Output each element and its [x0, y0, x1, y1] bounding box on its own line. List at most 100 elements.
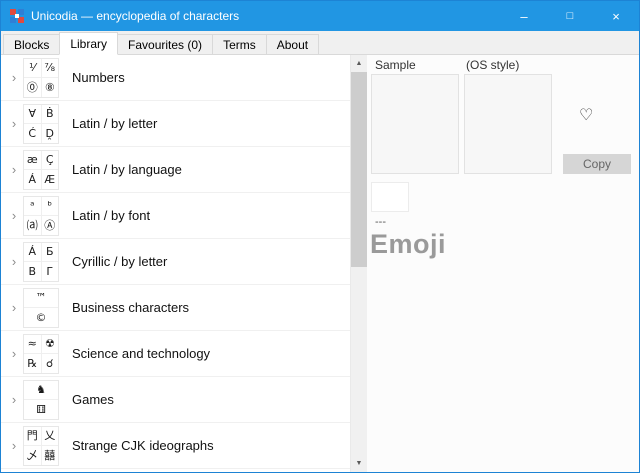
detail-panel: Sample (OS style) ♡ Copy --- Emoji — [367, 55, 639, 472]
category-label: Strange CJK ideographs — [72, 438, 214, 453]
category-icon: ᵃᵇ⒜Ⓐ — [23, 196, 59, 236]
category-glyph: Г — [42, 262, 59, 281]
category-icon: ⅟⅞⓪⑧ — [23, 58, 59, 98]
category-glyph: 乂 — [42, 427, 59, 446]
category-icon: ÁБВГ — [23, 242, 59, 282]
category-label: Games — [72, 392, 114, 407]
category-glyph: ♞ — [24, 381, 58, 400]
tree-row-latin-by-language[interactable]: › æÇÁÆ Latin / by language — [1, 147, 350, 193]
category-glyph: Ⓐ — [42, 216, 59, 235]
tab-label: Terms — [223, 38, 256, 52]
close-button[interactable]: × — [593, 1, 639, 31]
tree-scrollbar[interactable]: ▲ ▼ — [350, 55, 367, 472]
copy-button[interactable]: Copy — [563, 154, 631, 174]
category-glyph: Á — [24, 243, 41, 262]
category-glyph: ⓪ — [24, 78, 41, 97]
category-glyph: Á — [24, 170, 41, 189]
chevron-right-icon[interactable]: › — [5, 71, 23, 84]
tabbar: Blocks Library Favourites (0) Terms Abou… — [1, 31, 639, 55]
category-glyph: 門 — [24, 427, 41, 446]
category-glyph: 乄 — [24, 446, 41, 465]
scroll-thumb[interactable] — [351, 72, 367, 267]
scroll-track[interactable] — [351, 72, 367, 455]
background-swatch[interactable] — [371, 182, 409, 212]
category-icon: ♞⚅ — [23, 380, 59, 420]
category-label: Cyrillic / by letter — [72, 254, 167, 269]
category-glyph: Ć — [24, 124, 41, 143]
os-style-label: (OS style) — [466, 58, 519, 72]
titlebar: Unicodia — encyclopedia of characters – … — [1, 1, 639, 31]
maximize-button[interactable]: □ — [547, 1, 593, 31]
app-icon — [9, 8, 25, 24]
category-label: Science and technology — [72, 346, 210, 361]
tab-blocks[interactable]: Blocks — [3, 34, 60, 55]
sample-label: Sample — [375, 58, 416, 72]
tree-row-numbers[interactable]: › ⅟⅞⓪⑧ Numbers — [1, 55, 350, 101]
category-icon: æÇÁÆ — [23, 150, 59, 190]
favourite-heart-button[interactable]: ♡ — [579, 105, 593, 124]
category-label: Latin / by language — [72, 162, 182, 177]
category-glyph: © — [24, 308, 58, 327]
sample-caption-dashes: --- — [375, 216, 386, 228]
category-glyph: Б — [42, 243, 59, 262]
chevron-right-icon[interactable]: › — [5, 393, 23, 406]
category-glyph: Ḓ — [42, 124, 59, 143]
category-glyph: ⒜ — [24, 216, 41, 235]
category-icon: ≈☢℞☌ — [23, 334, 59, 374]
chevron-right-icon[interactable]: › — [5, 301, 23, 314]
category-glyph: Æ — [42, 170, 59, 189]
window-controls: – □ × — [501, 1, 639, 31]
scroll-up-button[interactable]: ▲ — [351, 55, 367, 72]
category-glyph: Ḃ — [42, 105, 59, 124]
tree-row-latin-by-letter[interactable]: › ⱯḂĆḒ Latin / by letter — [1, 101, 350, 147]
category-glyph: ☌ — [42, 354, 59, 373]
category-glyph: 囍 — [42, 446, 59, 465]
tab-label: About — [277, 38, 308, 52]
chevron-right-icon[interactable]: › — [5, 439, 23, 452]
category-glyph: ⑧ — [42, 78, 59, 97]
app-window: Unicodia — encyclopedia of characters – … — [0, 0, 640, 473]
tab-favourites[interactable]: Favourites (0) — [117, 34, 213, 55]
chevron-right-icon[interactable]: › — [5, 347, 23, 360]
category-glyph: ≈ — [24, 335, 41, 354]
category-label: Latin / by letter — [72, 116, 157, 131]
tree-row-science[interactable]: › ≈☢℞☌ Science and technology — [1, 331, 350, 377]
chevron-right-icon[interactable]: › — [5, 209, 23, 222]
category-label: Business characters — [72, 300, 189, 315]
tab-label: Library — [70, 37, 107, 51]
main-area: › ⅟⅞⓪⑧ Numbers › ⱯḂĆḒ Latin / by letter … — [1, 55, 639, 472]
tree-row-cyrillic-by-letter[interactable]: › ÁБВГ Cyrillic / by letter — [1, 239, 350, 285]
category-glyph: В — [24, 262, 41, 281]
category-label: Latin / by font — [72, 208, 150, 223]
category-icon: ⱯḂĆḒ — [23, 104, 59, 144]
category-glyph: ᵃ — [24, 197, 41, 216]
tab-label: Blocks — [14, 38, 49, 52]
category-label: Numbers — [72, 70, 125, 85]
tab-library[interactable]: Library — [59, 32, 118, 55]
category-icon: 門乂乄囍 — [23, 426, 59, 466]
tab-about[interactable]: About — [266, 34, 319, 55]
character-tree: › ⅟⅞⓪⑧ Numbers › ⱯḂĆḒ Latin / by letter … — [1, 55, 350, 472]
tree-row-games[interactable]: › ♞⚅ Games — [1, 377, 350, 423]
scroll-down-button[interactable]: ▼ — [351, 455, 367, 472]
block-title: Emoji — [370, 229, 446, 260]
tree-row-latin-by-font[interactable]: › ᵃᵇ⒜Ⓐ Latin / by font — [1, 193, 350, 239]
sample-box-app — [371, 74, 459, 174]
chevron-right-icon[interactable]: › — [5, 117, 23, 130]
category-glyph: Ç — [42, 151, 59, 170]
category-glyph: ⚅ — [24, 400, 58, 419]
chevron-right-icon[interactable]: › — [5, 255, 23, 268]
tab-label: Favourites (0) — [128, 38, 202, 52]
category-icon: ™© — [23, 288, 59, 328]
tree-row-business[interactable]: › ™© Business characters — [1, 285, 350, 331]
category-glyph: ℞ — [24, 354, 41, 373]
category-glyph: ᵇ — [42, 197, 59, 216]
tree-row-cjk[interactable]: › 門乂乄囍 Strange CJK ideographs — [1, 423, 350, 469]
category-glyph: æ — [24, 151, 41, 170]
minimize-button[interactable]: – — [501, 1, 547, 31]
category-glyph: ⅞ — [42, 59, 59, 78]
window-title: Unicodia — encyclopedia of characters — [31, 9, 239, 23]
category-glyph: ⅟ — [24, 59, 41, 78]
chevron-right-icon[interactable]: › — [5, 163, 23, 176]
tab-terms[interactable]: Terms — [212, 34, 267, 55]
